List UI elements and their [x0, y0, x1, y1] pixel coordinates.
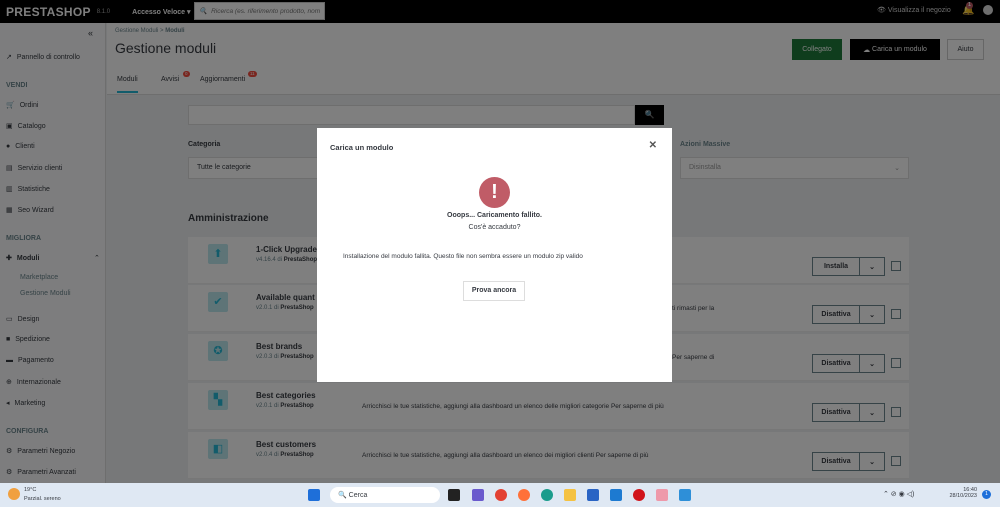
firefox-icon[interactable] [518, 489, 530, 501]
upload-error-modal: Carica un modulo ✕ ! Ooops... Caricament… [317, 128, 672, 382]
error-icon: ! [479, 177, 510, 208]
taskbar-search[interactable]: 🔍 Cerca [330, 487, 440, 503]
file-explorer-icon[interactable] [564, 489, 576, 501]
error-subheading: Cos'è accaduto? [468, 224, 521, 231]
notepad-icon[interactable] [679, 489, 691, 501]
error-message: Installazione del modulo fallita. Questo… [343, 253, 583, 260]
task-view-icon[interactable] [448, 489, 460, 501]
tray-icons[interactable]: ⌃ ⊘ ◉ ◁) [883, 490, 914, 498]
windows-start-icon[interactable] [308, 489, 320, 501]
weather-temp: 19°C [24, 487, 37, 493]
clock[interactable]: 16:40 28/10/2023 [945, 487, 977, 499]
modal-title: Carica un modulo [330, 143, 394, 152]
chrome-icon[interactable] [495, 489, 507, 501]
paint-icon[interactable] [656, 489, 668, 501]
mail-icon[interactable] [610, 489, 622, 501]
store-icon[interactable] [587, 489, 599, 501]
weather-desc: Parzial. sereno [24, 496, 61, 502]
close-icon[interactable]: ✕ [649, 140, 657, 151]
retry-button[interactable]: Prova ancora [463, 281, 525, 301]
teams-icon[interactable] [472, 489, 484, 501]
edge-icon[interactable] [541, 489, 553, 501]
notification-badge[interactable]: 1 [982, 490, 991, 499]
opera-icon[interactable] [633, 489, 645, 501]
error-heading: Ooops... Caricamento fallito. [447, 212, 542, 219]
taskbar: 19°C Parzial. sereno 🔍 Cerca ⌃ ⊘ ◉ ◁) 16… [0, 483, 1000, 507]
weather-icon[interactable] [8, 488, 20, 500]
